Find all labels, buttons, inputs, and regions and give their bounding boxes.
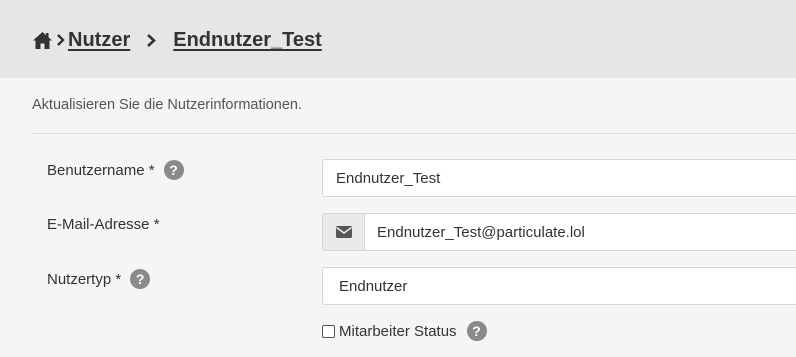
staff-status-label[interactable]: Mitarbeiter Status [339,323,457,340]
question-circle-icon[interactable]: ? [130,269,151,289]
email-input[interactable]: Endnutzer_Test@particulate.lol [364,213,796,251]
question-circle-icon[interactable]: ? [466,321,487,341]
username-label-row: Benutzername * ? [47,160,184,180]
username-input[interactable]: Endnutzer_Test [322,159,796,197]
staff-status-row: Mitarbeiter Status ? [322,321,487,341]
chevron-right-icon [147,33,157,47]
user-type-select[interactable]: Endnutzer [322,267,796,305]
user-type-label-row: Nutzertyp * ? [47,269,151,289]
question-circle-icon[interactable]: ? [163,160,184,180]
breadcrumb-link-nutzer[interactable]: Nutzer [68,29,130,52]
chevron-right-icon [57,34,65,46]
breadcrumb-link-current-user[interactable]: Endnutzer_Test [173,29,322,52]
form-panel: Aktualisieren Sie die Nutzerinformatione… [0,78,796,357]
divider [32,133,796,134]
home-icon[interactable] [32,31,53,50]
email-addon [322,213,364,251]
email-label-row: E-Mail-Adresse * [47,216,160,233]
email-label: E-Mail-Adresse * [47,216,160,233]
breadcrumb: Nutzer Endnutzer_Test [32,28,322,52]
user-type-label: Nutzertyp * [47,270,122,288]
envelope-icon [335,226,352,238]
page-header: Nutzer Endnutzer_Test [0,0,796,78]
username-label: Benutzername * [47,161,155,179]
intro-text: Aktualisieren Sie die Nutzerinformatione… [32,97,302,113]
staff-status-checkbox[interactable] [322,324,335,338]
